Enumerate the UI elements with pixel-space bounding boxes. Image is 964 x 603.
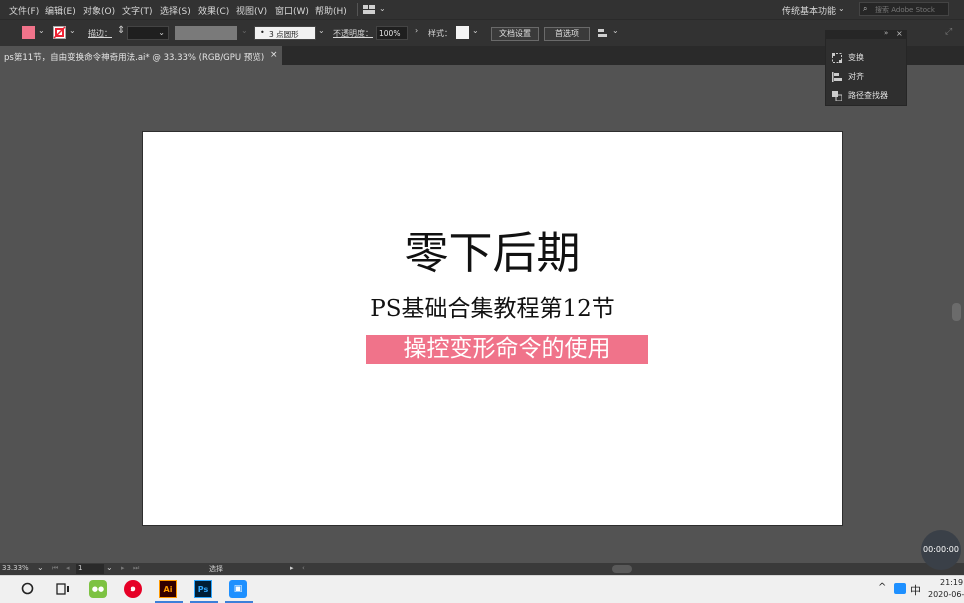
panel-collapse-icon[interactable]: » (884, 29, 888, 37)
clock-date[interactable]: 2020-06- (928, 590, 964, 599)
preferences-button[interactable]: 首选项 (544, 27, 590, 41)
close-icon[interactable]: × (270, 50, 278, 60)
page-number: 1 (78, 564, 83, 572)
artboard-title[interactable]: 零下后期 (143, 228, 842, 280)
panel-item-label: 对齐 (848, 72, 864, 81)
chevron-down-icon[interactable]: ⌄ (69, 26, 76, 35)
menu-effect[interactable]: 效果(C) (198, 4, 229, 17)
menu-divider (357, 3, 358, 16)
style-label: 样式： (428, 29, 452, 38)
stroke-stepper-icon[interactable]: ⇕ (117, 25, 125, 36)
workspace-switcher[interactable]: 传统基本功能 (782, 4, 836, 17)
horizontal-scrollbar-thumb[interactable] (612, 565, 632, 573)
menu-bar: 文件(F) 编辑(E) 对象(O) 文字(T) 选择(S) 效果(C) 视图(V… (0, 0, 964, 19)
opacity-value: 100% (379, 29, 401, 38)
highlight-banner[interactable]: 操控变形命令的使用 (366, 335, 648, 364)
brush-label: 3 点圆形 (269, 30, 299, 39)
document-setup-button[interactable]: 文档设置 (491, 27, 539, 41)
chevron-down-icon[interactable]: ⌄ (472, 26, 479, 35)
search-circle-icon[interactable] (19, 580, 36, 597)
menu-edit[interactable]: 编辑(E) (45, 4, 76, 17)
chevron-down-icon[interactable]: ⌄ (106, 563, 113, 572)
artboard-subtitle[interactable]: PS基础合集教程第12节 (143, 295, 842, 323)
wechat-icon[interactable]: ●● (89, 580, 107, 598)
panel-collapse-icon[interactable]: ⤢ (945, 27, 952, 37)
scroll-left-icon[interactable]: ‹ (302, 564, 305, 572)
chevron-right-icon[interactable]: › (415, 26, 418, 35)
zoom-level[interactable]: 33.33% (2, 564, 29, 572)
artboard[interactable]: 零下后期 PS基础合集教程第12节 (143, 132, 842, 525)
screen-recorder-icon[interactable]: ▣ (229, 580, 247, 598)
floating-panel: » × 变换 对齐 路径查找器 (825, 29, 907, 106)
opacity-label: 不透明度： (333, 29, 373, 38)
menu-view[interactable]: 视图(V) (236, 4, 267, 17)
menu-select[interactable]: 选择(S) (160, 4, 191, 17)
search-icon: ⌕ (863, 4, 868, 13)
netease-music-icon[interactable]: ๑ (124, 580, 142, 598)
stock-search-field[interactable]: ⌕ 搜索 Adobe Stock (859, 2, 949, 16)
transform-icon (832, 52, 842, 63)
clock-time[interactable]: 21:19 (940, 578, 963, 587)
stroke-color-swatch[interactable] (53, 26, 66, 39)
align-icon (832, 71, 842, 82)
current-tool-status: 选择 (209, 565, 223, 573)
status-menu-arrow-icon[interactable]: ▸ (290, 564, 294, 572)
next-page-icon[interactable]: ▸ (121, 564, 125, 572)
panel-header[interactable]: » × (826, 29, 906, 39)
variable-width-profile[interactable] (175, 26, 237, 40)
fill-color-swatch[interactable] (22, 26, 35, 39)
status-bar: 33.33% ⌄ ⏮ ◂ 1 ⌄ ▸ ⏭ 选择 ▸ ‹ › (0, 563, 964, 575)
search-placeholder: 搜索 Adobe Stock (875, 6, 935, 14)
pathfinder-icon (832, 90, 843, 101)
vertical-scrollbar-thumb[interactable] (952, 303, 961, 321)
taskbar: ●● ๑ Ai Ps ▣ ^ 中 21:19 2020-06- (0, 575, 964, 603)
task-view-icon[interactable] (55, 581, 71, 597)
close-icon[interactable]: × (896, 29, 903, 38)
ime-indicator[interactable]: 中 (910, 582, 921, 598)
chevron-down-icon[interactable]: ⌄ (612, 26, 619, 35)
align-options-icon[interactable] (597, 27, 609, 39)
brush-definition-field[interactable]: • 3 点圆形 (254, 26, 316, 40)
menu-window[interactable]: 窗口(W) (275, 4, 309, 17)
page-field[interactable]: 1 (76, 564, 104, 574)
graphic-style-swatch[interactable] (456, 26, 469, 39)
control-bar: ⌄ ⌄ 描边： ⇕ ⌄ ⌄ • 3 点圆形 ⌄ 不透明度： 100% › 样式：… (0, 19, 964, 47)
chevron-down-icon[interactable]: ⌄ (38, 26, 45, 35)
chevron-down-icon[interactable]: ⌄ (37, 563, 44, 572)
panel-item-label: 变换 (848, 53, 864, 62)
stroke-label: 描边： (88, 29, 112, 38)
document-tab[interactable]: ps第11节，自由变换命令神奇用法.ai* @ 33.33% (RGB/GPU … (0, 46, 282, 65)
document-tab-title: ps第11节，自由变换命令神奇用法.ai* @ 33.33% (RGB/GPU … (4, 53, 265, 63)
arrange-documents-icon[interactable] (363, 5, 375, 14)
chevron-down-icon: ⌄ (241, 26, 248, 35)
panel-item-align[interactable]: 对齐 (832, 71, 864, 82)
last-page-icon[interactable]: ⏭ (133, 564, 139, 573)
highlight-text[interactable]: 操控变形命令的使用 (366, 335, 648, 364)
recorder-tray-icon[interactable] (894, 583, 906, 594)
illustrator-icon[interactable]: Ai (159, 580, 177, 598)
chevron-down-icon[interactable]: ⌄ (318, 26, 325, 35)
previous-page-icon[interactable]: ◂ (66, 564, 70, 572)
menu-object[interactable]: 对象(O) (83, 4, 115, 17)
stroke-weight-field[interactable]: ⌄ (127, 26, 169, 40)
first-page-icon[interactable]: ⏮ (52, 564, 58, 573)
menu-help[interactable]: 帮助(H) (315, 4, 347, 17)
menu-file[interactable]: 文件(F) (9, 4, 39, 17)
chevron-down-icon[interactable]: ⌄ (379, 4, 386, 13)
menu-type[interactable]: 文字(T) (122, 4, 153, 17)
chevron-down-icon[interactable]: ⌄ (158, 28, 165, 37)
show-hidden-icons-chevron-icon[interactable]: ^ (878, 582, 886, 593)
panel-item-label: 路径查找器 (848, 91, 888, 100)
chevron-down-icon[interactable]: ⌄ (838, 4, 845, 13)
photoshop-icon[interactable]: Ps (194, 580, 212, 598)
recording-timer[interactable]: 00:00:00 (921, 530, 961, 570)
brush-bullet-icon: • (260, 28, 265, 37)
panel-item-transform[interactable]: 变换 (832, 52, 864, 63)
panel-item-pathfinder[interactable]: 路径查找器 (832, 90, 888, 101)
opacity-field[interactable]: 100% (376, 26, 408, 40)
